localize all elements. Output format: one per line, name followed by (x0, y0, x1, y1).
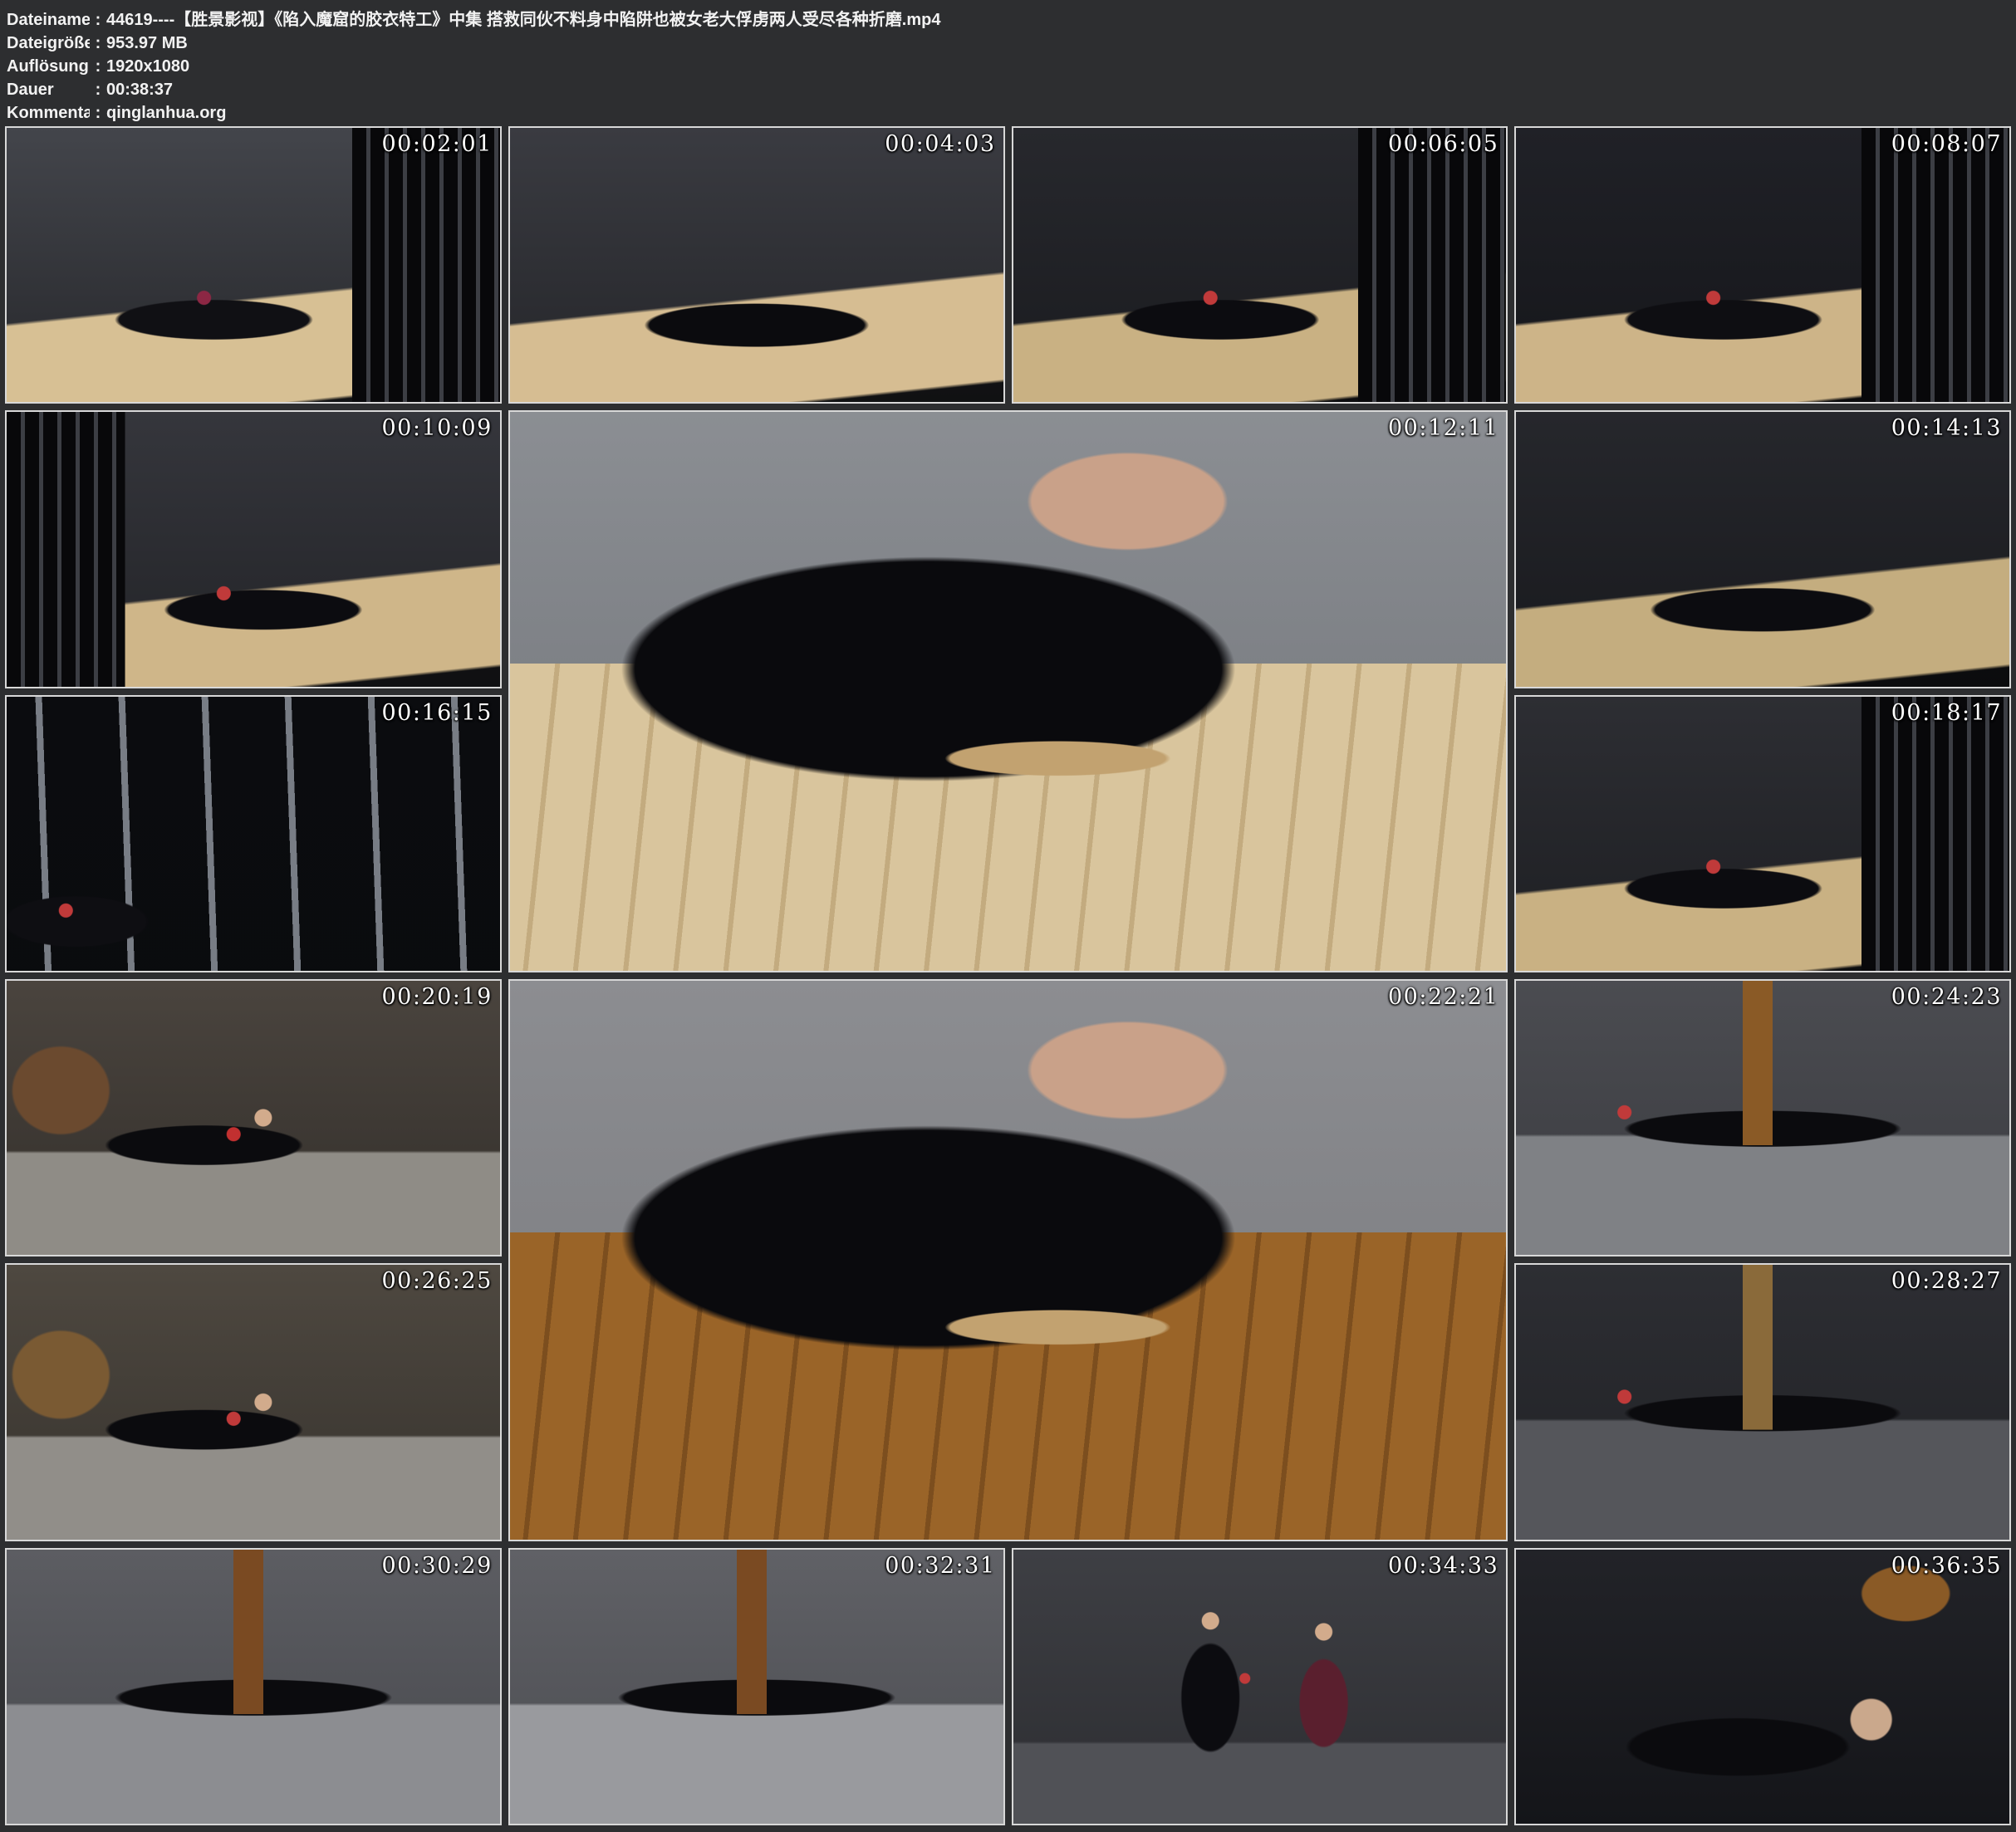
video-thumbnail-14[interactable]: 00:28:27 (1514, 1263, 2011, 1541)
video-thumbnail-1[interactable]: 00:02:01 (5, 126, 502, 404)
timestamp-overlay: 00:34:33 (1388, 1553, 1499, 1579)
timestamp-overlay: 00:26:25 (381, 1268, 492, 1294)
video-thumbnail-3[interactable]: 00:06:05 (1012, 126, 1508, 404)
video-thumbnail-8[interactable]: 00:16:15 (5, 695, 502, 972)
video-thumbnail-4[interactable]: 00:08:07 (1514, 126, 2011, 404)
timestamp-overlay: 00:24:23 (1891, 984, 2002, 1010)
metadata-value: 44619----【胜景影视】《陷入魔窟的胶衣特工》中集 搭救同伙不料身中陷阱也… (106, 8, 2009, 32)
video-thumbnail-7[interactable]: 00:14:13 (1514, 410, 2011, 688)
video-thumbnail-2[interactable]: 00:04:03 (508, 126, 1005, 404)
video-thumbnail-18[interactable]: 00:36:35 (1514, 1548, 2011, 1825)
timestamp-overlay: 00:32:31 (885, 1553, 995, 1579)
metadata-value: 1920x1080 (106, 55, 2009, 78)
metadata-row: Auflösung : 1920x1080 (7, 55, 2009, 78)
video-thumbnail-17[interactable]: 00:34:33 (1012, 1548, 1508, 1825)
timestamp-overlay: 00:12:11 (1388, 415, 1499, 441)
video-thumbnail-16[interactable]: 00:32:31 (508, 1548, 1005, 1825)
metadata-row: Dateiname : 44619----【胜景影视】《陷入魔窟的胶衣特工》中集… (7, 8, 2009, 32)
thumbnail-grid: 00:02:01 00:04:03 00:06:05 00:08:07 00:1… (0, 123, 2016, 1832)
metadata-separator: : (90, 32, 106, 55)
metadata-separator: : (90, 78, 106, 101)
metadata-value: 953.97 MB (106, 32, 2009, 55)
metadata-label: Auflösung (7, 55, 90, 78)
video-thumbnail-9[interactable]: 00:18:17 (1514, 695, 2011, 972)
file-info-header: Dateiname : 44619----【胜景影视】《陷入魔窟的胶衣特工》中集… (0, 0, 2016, 123)
metadata-separator: : (90, 101, 106, 125)
timestamp-overlay: 00:16:15 (381, 700, 492, 726)
metadata-label: Dauer (7, 78, 90, 101)
timestamp-overlay: 00:30:29 (381, 1553, 492, 1579)
timestamp-overlay: 00:06:05 (1388, 131, 1499, 157)
metadata-separator: : (90, 8, 106, 32)
metadata-row: Dauer : 00:38:37 (7, 78, 2009, 101)
timestamp-overlay: 00:14:13 (1891, 415, 2002, 441)
metadata-separator: : (90, 55, 106, 78)
timestamp-overlay: 00:28:27 (1891, 1268, 2002, 1294)
timestamp-overlay: 00:02:01 (381, 131, 492, 157)
metadata-label: Kommentar (7, 101, 90, 125)
metadata-value: qinglanhua.org (106, 101, 2009, 125)
metadata-label: Dateigröße (7, 32, 90, 55)
video-thumbnail-13[interactable]: 00:26:25 (5, 1263, 502, 1541)
timestamp-overlay: 00:22:21 (1388, 984, 1499, 1010)
timestamp-overlay: 00:10:09 (381, 415, 492, 441)
video-thumbnail-15[interactable]: 00:30:29 (5, 1548, 502, 1825)
video-thumbnail-12[interactable]: 00:24:23 (1514, 979, 2011, 1256)
timestamp-overlay: 00:36:35 (1891, 1553, 2002, 1579)
timestamp-overlay: 00:08:07 (1891, 131, 2002, 157)
metadata-row: Dateigröße : 953.97 MB (7, 32, 2009, 55)
video-thumbnail-5[interactable]: 00:10:09 (5, 410, 502, 688)
metadata-value: 00:38:37 (106, 78, 2009, 101)
video-thumbnail-11[interactable]: 00:22:21 (508, 979, 1508, 1541)
video-thumbnail-10[interactable]: 00:20:19 (5, 979, 502, 1256)
metadata-row: Kommentar : qinglanhua.org (7, 101, 2009, 125)
timestamp-overlay: 00:04:03 (885, 131, 995, 157)
timestamp-overlay: 00:18:17 (1891, 700, 2002, 726)
video-thumbnail-6[interactable]: 00:12:11 (508, 410, 1508, 972)
metadata-label: Dateiname (7, 8, 90, 32)
timestamp-overlay: 00:20:19 (381, 984, 492, 1010)
